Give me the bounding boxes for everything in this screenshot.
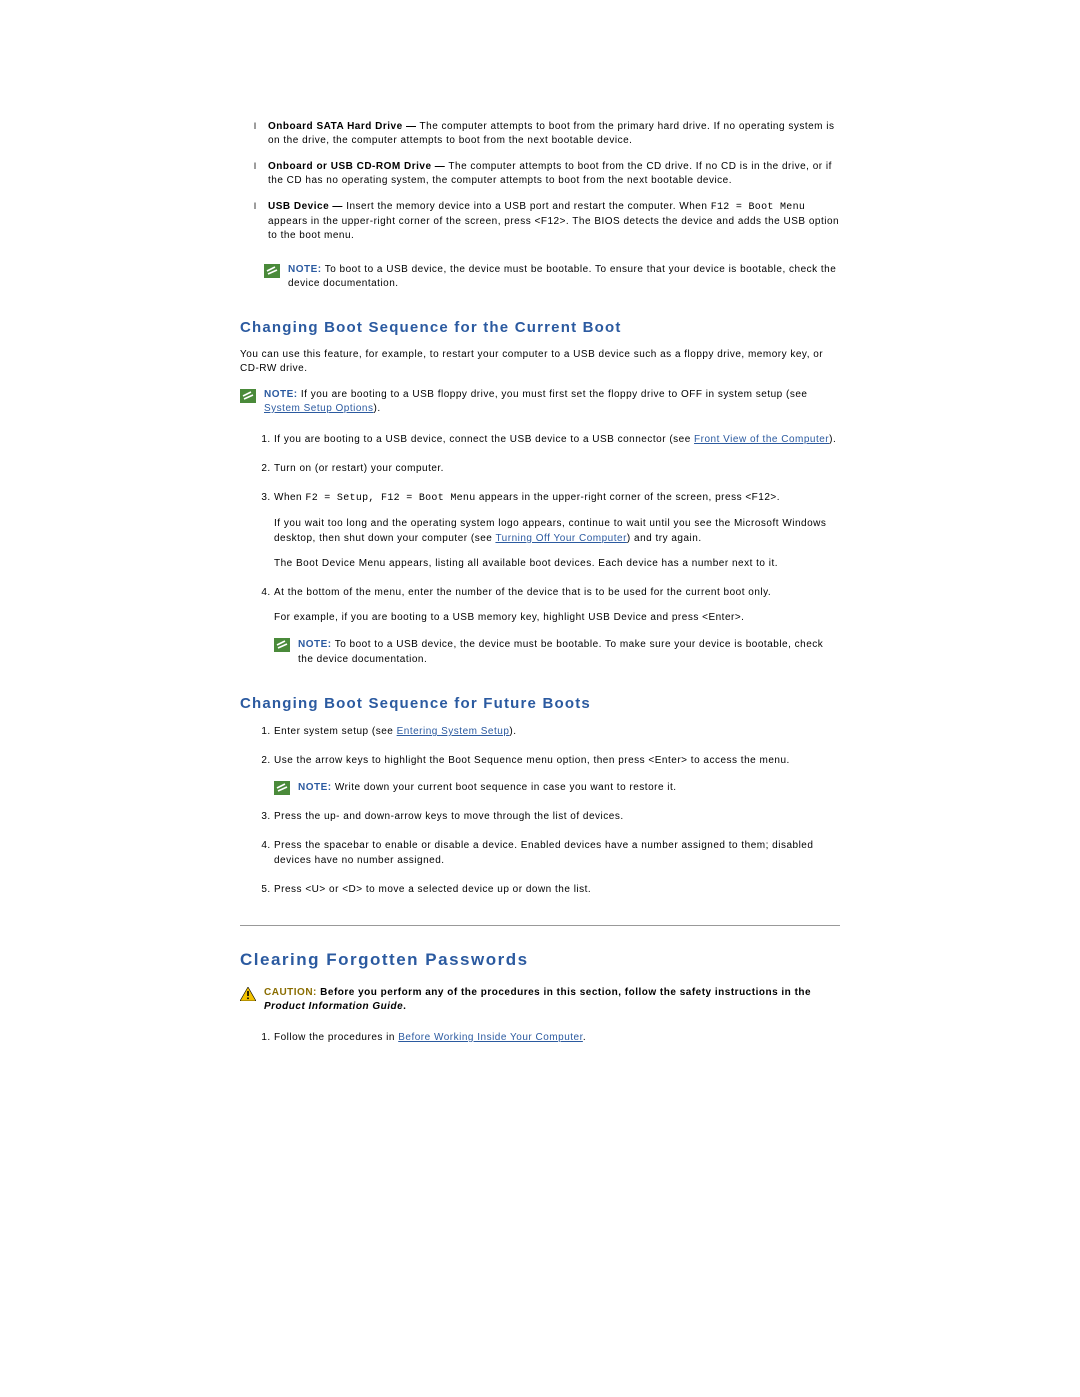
caution-text: CAUTION: Before you perform any of the p… (264, 986, 840, 1014)
list-item-mono: F12 = Boot Menu (711, 202, 806, 213)
list-item: USB Device — Insert the memory device in… (268, 200, 840, 243)
list-item-text2: appears in the upper-right corner of the… (268, 216, 839, 241)
step: Press <U> or <D> to move a selected devi… (274, 882, 840, 897)
note-icon (274, 638, 290, 652)
boot-options-list: Onboard SATA Hard Drive — The computer a… (240, 120, 840, 243)
note-text: NOTE: If you are booting to a USB floppy… (264, 388, 840, 416)
note-icon (274, 781, 290, 795)
step: Press the spacebar to enable or disable … (274, 838, 840, 868)
note: NOTE: To boot to a USB device, the devic… (264, 263, 840, 291)
list-item: Onboard SATA Hard Drive — The computer a… (268, 120, 840, 148)
note: NOTE: To boot to a USB device, the devic… (274, 637, 840, 667)
note-text: NOTE: Write down your current boot seque… (298, 780, 677, 795)
paragraph: You can use this feature, for example, t… (240, 348, 840, 376)
section-heading-current-boot: Changing Boot Sequence for the Current B… (240, 319, 840, 336)
link-turning-off[interactable]: Turning Off Your Computer (495, 533, 626, 544)
step: Enter system setup (see Entering System … (274, 724, 840, 739)
link-front-view[interactable]: Front View of the Computer (694, 434, 829, 445)
steps-future-boots: Enter system setup (see Entering System … (240, 724, 840, 897)
list-item-bold: Onboard SATA Hard Drive — (268, 121, 416, 132)
section-heading-future-boots: Changing Boot Sequence for Future Boots (240, 695, 840, 712)
link-system-setup-options[interactable]: System Setup Options (264, 403, 374, 414)
note: NOTE: If you are booting to a USB floppy… (240, 388, 840, 416)
caution: CAUTION: Before you perform any of the p… (240, 986, 840, 1014)
step: Use the arrow keys to highlight the Boot… (274, 753, 840, 795)
note: NOTE: Write down your current boot seque… (274, 780, 840, 795)
note-icon (264, 264, 280, 278)
caution-icon (240, 987, 256, 1001)
link-before-working-inside[interactable]: Before Working Inside Your Computer (398, 1032, 583, 1043)
document-page: Onboard SATA Hard Drive — The computer a… (120, 0, 960, 1119)
step: If you are booting to a USB device, conn… (274, 432, 840, 447)
note-text: NOTE: To boot to a USB device, the devic… (298, 637, 840, 667)
step: When F2 = Setup, F12 = Boot Menu appears… (274, 490, 840, 571)
note-text: NOTE: To boot to a USB device, the devic… (288, 263, 840, 291)
section-heading-clearing-passwords: Clearing Forgotten Passwords (240, 950, 840, 970)
link-entering-system-setup[interactable]: Entering System Setup (397, 726, 510, 737)
steps-clearing-passwords: Follow the procedures in Before Working … (240, 1030, 840, 1045)
step: Turn on (or restart) your computer. (274, 461, 840, 476)
list-item: Onboard or USB CD-ROM Drive — The comput… (268, 160, 840, 188)
list-item-bold: Onboard or USB CD-ROM Drive — (268, 161, 445, 172)
note-icon (240, 389, 256, 403)
list-item-text: Insert the memory device into a USB port… (343, 201, 711, 212)
step: Follow the procedures in Before Working … (274, 1030, 840, 1045)
list-item-bold: USB Device — (268, 201, 343, 212)
step: Press the up- and down-arrow keys to mov… (274, 809, 840, 824)
step: At the bottom of the menu, enter the num… (274, 585, 840, 667)
section-divider (240, 925, 840, 926)
steps-current-boot: If you are booting to a USB device, conn… (240, 432, 840, 667)
